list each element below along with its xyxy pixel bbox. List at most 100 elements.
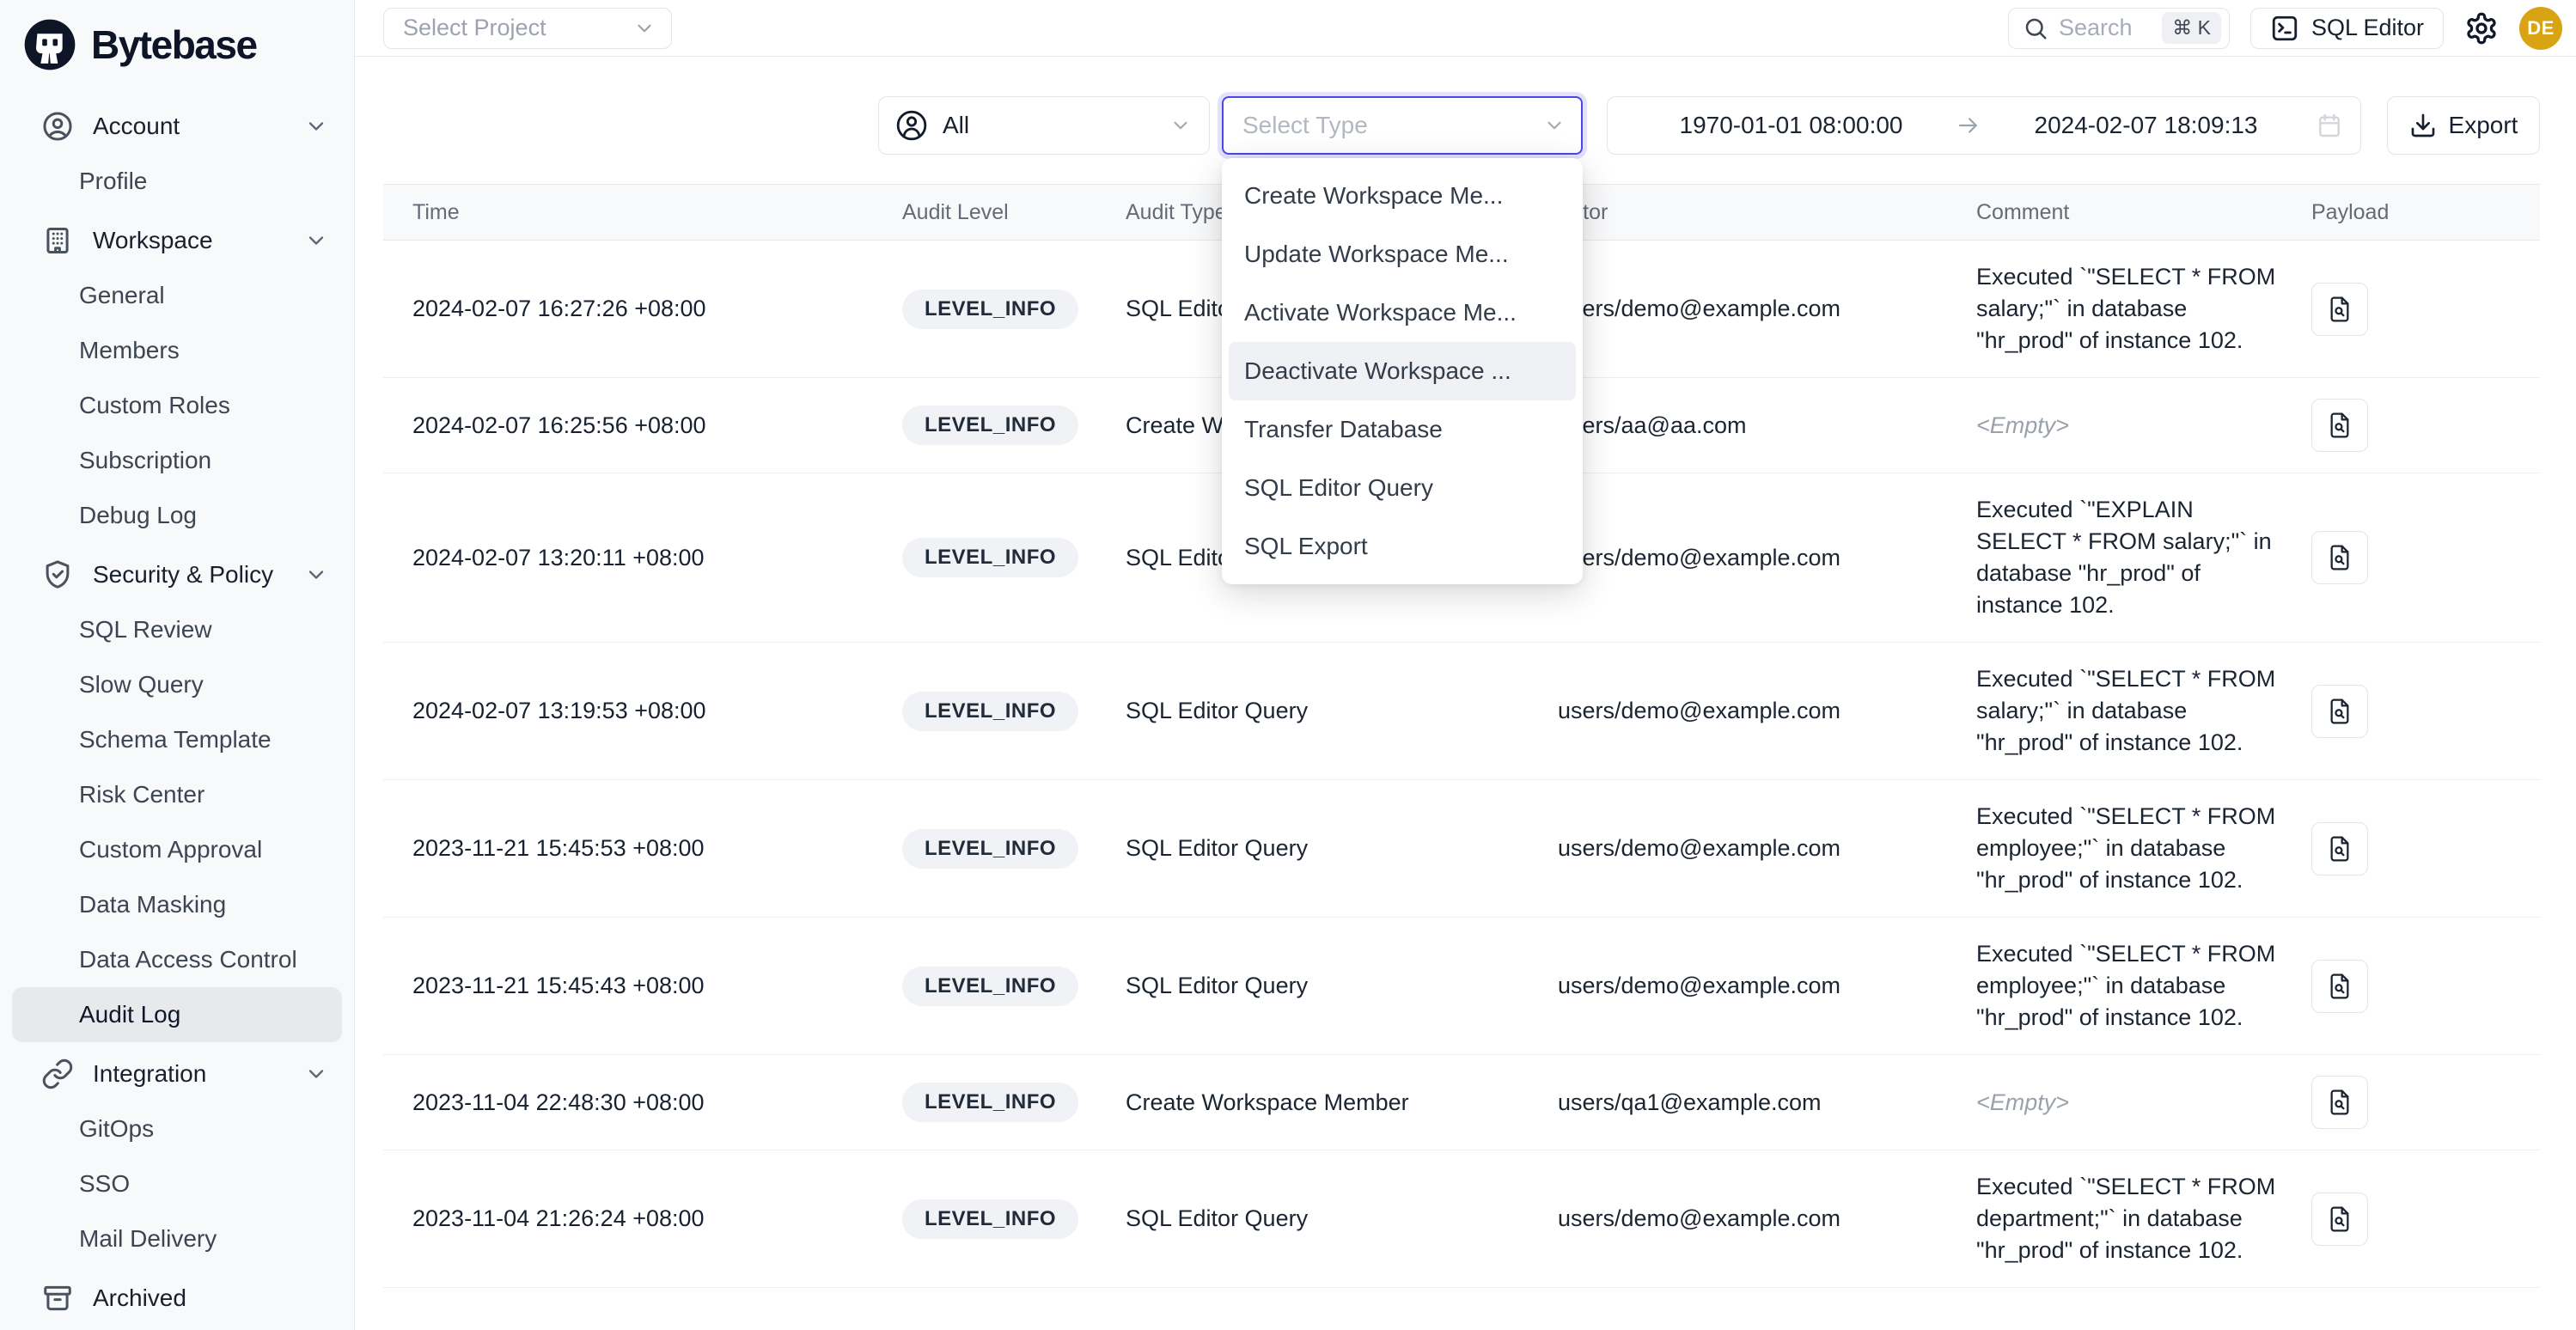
cell-actor: users/qa1@example.com [1558, 1089, 1976, 1116]
payload-view-button[interactable] [2311, 531, 2368, 584]
sql-editor-button[interactable]: SQL Editor [2250, 8, 2444, 49]
cell-comment: <Empty> [1976, 410, 2311, 442]
cell-time: 2023-11-04 22:48:30 +08:00 [383, 1089, 902, 1116]
type-option-activate-workspace-me[interactable]: Activate Workspace Me... [1229, 284, 1576, 342]
sidebar-item-label: Data Access Control [79, 946, 297, 973]
audit-log-row: 2023-11-04 22:48:30 +08:00LEVEL_INFOCrea… [383, 1055, 2540, 1150]
sidebar-item-data-masking[interactable]: Data Masking [0, 877, 354, 932]
audit-level-badge: LEVEL_INFO [902, 290, 1078, 329]
sidebar-item-label: Data Masking [79, 891, 226, 918]
sidebar-item-label: Archived [93, 1284, 186, 1312]
sidebar-item-label: Audit Log [79, 1001, 180, 1028]
actor-filter-select[interactable]: All [878, 96, 1210, 155]
search-icon [2023, 15, 2048, 41]
sidebar-item-debug-log[interactable]: Debug Log [0, 488, 354, 543]
cell-time: 2024-02-07 16:27:26 +08:00 [383, 296, 902, 322]
sidebar-item-security-policy[interactable]: Security & Policy [0, 547, 354, 602]
settings-gear-button[interactable] [2464, 11, 2499, 46]
chevron-down-icon [633, 17, 656, 40]
sidebar-item-profile[interactable]: Profile [0, 154, 354, 209]
date-to-value: 2024-02-07 18:09:13 [1981, 112, 2310, 139]
type-option-transfer-database[interactable]: Transfer Database [1229, 400, 1576, 459]
type-filter-select[interactable]: Select Type [1222, 96, 1583, 155]
sidebar-item-mail-delivery[interactable]: Mail Delivery [0, 1211, 354, 1266]
sidebar-item-gitops[interactable]: GitOps [0, 1101, 354, 1156]
type-option-sql-export[interactable]: SQL Export [1229, 517, 1576, 576]
sidebar: Bytebase AccountProfileWorkspaceGeneralM… [0, 0, 355, 1330]
sidebar-item-sql-review[interactable]: SQL Review [0, 602, 354, 657]
cell-payload [2311, 685, 2540, 738]
sidebar-item-label: Debug Log [79, 502, 197, 529]
column-header-comment: Comment [1976, 200, 2311, 225]
audit-log-row: 2023-11-21 15:45:53 +08:00LEVEL_INFOSQL … [383, 780, 2540, 918]
column-header-time: Time [383, 200, 902, 225]
cell-audit-level: LEVEL_INFO [902, 692, 1126, 731]
sidebar-nav: AccountProfileWorkspaceGeneralMembersCus… [0, 81, 354, 1326]
audit-log-row: 2023-11-21 15:45:43 +08:00LEVEL_INFOSQL … [383, 918, 2540, 1055]
arrow-right-icon [1956, 113, 1981, 138]
column-header-payload: Payload [2311, 200, 2540, 225]
cell-payload [2311, 960, 2540, 1013]
export-button[interactable]: Export [2387, 96, 2540, 155]
user-avatar[interactable]: DE [2519, 7, 2562, 50]
sidebar-item-label: SSO [79, 1170, 130, 1198]
sidebar-item-archived[interactable]: Archived [0, 1271, 354, 1326]
type-option-create-workspace-me[interactable]: Create Workspace Me... [1229, 167, 1576, 225]
project-select[interactable]: Select Project [383, 8, 672, 49]
payload-view-button[interactable] [2311, 960, 2368, 1013]
terminal-icon [2270, 14, 2299, 43]
sidebar-item-label: Mail Delivery [79, 1225, 217, 1253]
cell-comment: Executed `"SELECT * FROM employee;"` in … [1976, 938, 2311, 1034]
chevron-down-icon [1543, 114, 1566, 137]
building-icon [41, 224, 74, 257]
sidebar-item-sso[interactable]: SSO [0, 1156, 354, 1211]
cell-audit-level: LEVEL_INFO [902, 1199, 1126, 1239]
person-circle-icon [894, 108, 929, 143]
cell-audit-type: SQL Editor Query [1126, 835, 1558, 862]
sidebar-item-audit-log[interactable]: Audit Log [12, 987, 342, 1042]
cell-actor: users/demo@example.com [1558, 1205, 1976, 1232]
sidebar-item-schema-template[interactable]: Schema Template [0, 712, 354, 767]
chevron-down-icon [304, 229, 328, 253]
chevron-down-icon [304, 563, 328, 587]
search-input[interactable]: Search ⌘ K [2008, 8, 2230, 49]
payload-view-button[interactable] [2311, 1193, 2368, 1246]
sidebar-item-custom-approval[interactable]: Custom Approval [0, 822, 354, 877]
cell-audit-level: LEVEL_INFO [902, 290, 1126, 329]
cell-actor: users/demo@example.com [1558, 296, 1976, 322]
cell-audit-level: LEVEL_INFO [902, 967, 1126, 1006]
column-header-audit-level: Audit Level [902, 200, 1126, 225]
sidebar-item-data-access-control[interactable]: Data Access Control [0, 932, 354, 987]
type-option-sql-editor-query[interactable]: SQL Editor Query [1229, 459, 1576, 517]
export-label: Export [2449, 112, 2518, 139]
type-option-update-workspace-me[interactable]: Update Workspace Me... [1229, 225, 1576, 284]
sidebar-item-members[interactable]: Members [0, 323, 354, 378]
payload-view-button[interactable] [2311, 283, 2368, 336]
sidebar-item-label: Custom Approval [79, 836, 262, 863]
sidebar-item-custom-roles[interactable]: Custom Roles [0, 378, 354, 433]
sidebar-item-account[interactable]: Account [0, 99, 354, 154]
payload-view-button[interactable] [2311, 399, 2368, 452]
sidebar-item-subscription[interactable]: Subscription [0, 433, 354, 488]
audit-log-row: 2024-02-07 13:19:53 +08:00LEVEL_INFOSQL … [383, 643, 2540, 780]
sidebar-item-risk-center[interactable]: Risk Center [0, 767, 354, 822]
chevron-down-icon [1169, 114, 1192, 137]
date-range-picker[interactable]: 1970-01-01 08:00:00 2024-02-07 18:09:13 [1607, 96, 2361, 155]
sidebar-item-slow-query[interactable]: Slow Query [0, 657, 354, 712]
brand-logo[interactable]: Bytebase [0, 0, 354, 81]
cell-time: 2023-11-21 15:45:53 +08:00 [383, 835, 902, 862]
cell-comment: Executed `"SELECT * FROM salary;"` in da… [1976, 663, 2311, 759]
sidebar-item-general[interactable]: General [0, 268, 354, 323]
type-option-deactivate-workspace[interactable]: Deactivate Workspace ... [1229, 342, 1576, 400]
audit-level-badge: LEVEL_INFO [902, 692, 1078, 731]
sidebar-item-integration[interactable]: Integration [0, 1046, 354, 1101]
payload-view-button[interactable] [2311, 822, 2368, 875]
payload-view-button[interactable] [2311, 1076, 2368, 1129]
sidebar-item-workspace[interactable]: Workspace [0, 213, 354, 268]
cell-comment: Executed `"SELECT * FROM salary;"` in da… [1976, 261, 2311, 357]
download-icon [2409, 112, 2437, 139]
cell-comment: Executed `"SELECT * FROM employee;"` in … [1976, 801, 2311, 896]
payload-view-button[interactable] [2311, 685, 2368, 738]
sidebar-item-label: Security & Policy [93, 561, 273, 589]
sidebar-item-label: Integration [93, 1060, 206, 1088]
